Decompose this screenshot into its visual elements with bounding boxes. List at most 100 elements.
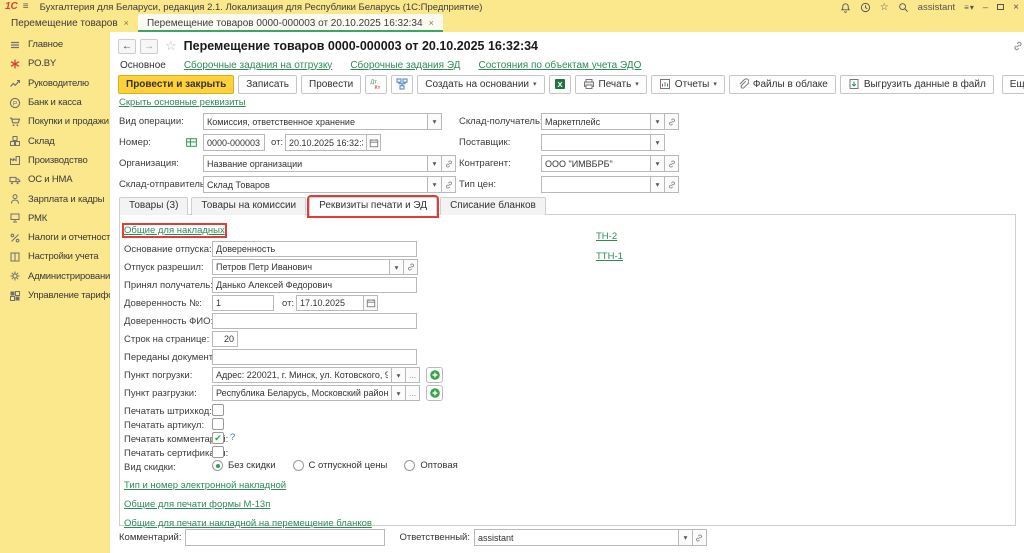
tab-blank-writeoff[interactable]: Списание бланков <box>440 197 546 215</box>
history-clock-icon[interactable] <box>860 2 871 13</box>
set-number-icon[interactable] <box>185 136 198 149</box>
dropdown-button[interactable]: ▾ <box>392 367 406 383</box>
discount-selling-price-radio[interactable] <box>293 460 304 471</box>
add-loading-point-button[interactable] <box>426 367 443 383</box>
m13-form-link[interactable]: Общие для печати формы М-13п <box>124 499 270 510</box>
favorite-star-icon[interactable]: ☆ <box>165 38 177 54</box>
open-link-button[interactable] <box>404 259 418 275</box>
minimize-button[interactable]: – <box>983 2 988 13</box>
nav-edo-states-link[interactable]: Состояния по объектам учета ЭДО <box>478 60 641 71</box>
create-based-button[interactable]: Создать на основании▾ <box>417 75 544 94</box>
sidebar-item-production[interactable]: Производство <box>0 151 110 170</box>
open-link-button[interactable] <box>665 113 679 130</box>
release-allowed-input[interactable] <box>212 259 390 275</box>
number-input[interactable] <box>203 134 265 151</box>
print-barcode-checkbox[interactable] <box>212 404 224 416</box>
calendar-button[interactable] <box>367 134 381 151</box>
service-menu-icon[interactable]: ≡ ▾ <box>964 3 974 12</box>
receiver-store-input[interactable] <box>541 113 651 130</box>
operation-input[interactable] <box>203 113 428 130</box>
sidebar-item-main[interactable]: Главное <box>0 35 110 54</box>
notifications-bell-icon[interactable] <box>840 2 851 13</box>
nav-assembly-ed-link[interactable]: Сборочные задания ЭД <box>350 60 460 71</box>
received-by-input[interactable] <box>212 277 417 293</box>
blank-transfer-link[interactable]: Общие для печати накладной на перемещени… <box>124 518 372 529</box>
calendar-button[interactable] <box>364 295 378 311</box>
tab-close-icon[interactable]: × <box>124 18 129 28</box>
sidebar-item-administration[interactable]: Администрирование <box>0 267 110 286</box>
hide-requisites-link[interactable]: Скрыть основные реквизиты <box>119 97 246 108</box>
reports-button[interactable]: Отчеты▾ <box>651 75 725 94</box>
print-certificates-checkbox[interactable] <box>212 446 224 458</box>
sidebar-item-bank-cash[interactable]: Банк и касса <box>0 93 110 112</box>
back-button[interactable]: ← <box>118 39 136 54</box>
dropdown-button[interactable]: ▾ <box>428 176 442 193</box>
documents-passed-input[interactable] <box>212 349 417 365</box>
sidebar-item-manager[interactable]: Руководителю <box>0 74 110 93</box>
open-link-button[interactable] <box>442 176 456 193</box>
print-button[interactable]: Печать▾ <box>575 75 647 94</box>
open-link-button[interactable] <box>442 155 456 172</box>
sender-store-input[interactable] <box>203 176 428 193</box>
electronic-invoice-link[interactable]: Тип и номер электронной накладной <box>124 480 286 491</box>
ellipsis-button[interactable]: … <box>406 385 420 401</box>
tab-print-requisites[interactable]: Реквизиты печати и ЭД <box>309 197 437 216</box>
dropdown-button[interactable]: ▾ <box>651 155 665 172</box>
favorites-star-icon[interactable]: ☆ <box>880 2 889 13</box>
poa-number-input[interactable] <box>212 295 274 311</box>
tab-goods-transfer-list[interactable]: Перемещение товаров × <box>2 14 138 32</box>
nav-main[interactable]: Основное <box>120 60 166 71</box>
forward-button[interactable]: → <box>140 39 158 54</box>
supplier-input[interactable] <box>541 134 651 151</box>
print-comment-checkbox[interactable]: ✔ <box>212 432 224 444</box>
current-user[interactable]: assistant <box>918 2 956 13</box>
unloading-point-input[interactable] <box>212 385 392 401</box>
dropdown-button[interactable]: ▾ <box>428 155 442 172</box>
structure-button[interactable] <box>391 75 413 94</box>
tab-close-icon[interactable]: × <box>429 18 434 28</box>
save-button[interactable]: Записать <box>238 75 297 94</box>
ellipsis-button[interactable]: … <box>406 367 420 383</box>
dropdown-button[interactable]: ▾ <box>651 134 665 151</box>
dropdown-button[interactable]: ▾ <box>392 385 406 401</box>
dropdown-button[interactable]: ▾ <box>651 176 665 193</box>
open-link-button[interactable] <box>665 155 679 172</box>
sidebar-item-salary-hr[interactable]: Зарплата и кадры <box>0 189 110 208</box>
export-data-button[interactable]: Выгрузить данные в файл <box>840 75 994 94</box>
dropdown-button[interactable]: ▾ <box>428 113 442 130</box>
poa-name-input[interactable] <box>212 313 417 329</box>
cloud-files-button[interactable]: Файлы в облаке <box>729 75 836 94</box>
post-and-close-button[interactable]: Провести и закрыть <box>118 75 234 94</box>
search-icon[interactable] <box>898 2 909 13</box>
sidebar-item-fixed-assets[interactable]: ОС и НМА <box>0 170 110 189</box>
discount-none-radio[interactable] <box>212 460 223 471</box>
sidebar-item-purchases-sales[interactable]: Покупки и продажи <box>0 112 110 131</box>
main-menu-icon[interactable]: ≡ <box>23 2 29 12</box>
sidebar-item-accounting-settings[interactable]: Настройки учета <box>0 247 110 266</box>
accounting-entries-button[interactable] <box>365 75 387 94</box>
common-invoices-link[interactable]: Общие для накладных <box>124 225 225 236</box>
dropdown-button[interactable]: ▾ <box>390 259 404 275</box>
restore-button[interactable] <box>997 4 1004 10</box>
price-type-input[interactable] <box>541 176 651 193</box>
tab-goods[interactable]: Товары (3) <box>119 197 188 215</box>
excel-button[interactable] <box>549 75 571 94</box>
tab-goods-commission[interactable]: Товары на комиссии <box>191 197 306 215</box>
release-basis-input[interactable] <box>212 241 417 257</box>
get-link-icon[interactable] <box>1012 40 1024 52</box>
sidebar-item-taxes[interactable]: Налоги и отчетность <box>0 228 110 247</box>
open-link-button[interactable] <box>665 176 679 193</box>
tab-goods-transfer-document[interactable]: Перемещение товаров 0000-000003 от 20.10… <box>138 14 443 32</box>
discount-wholesale-radio[interactable] <box>404 460 415 471</box>
loading-point-input[interactable] <box>212 367 392 383</box>
post-button[interactable]: Провести <box>301 75 361 94</box>
add-unloading-point-button[interactable] <box>426 385 443 401</box>
poa-date-input[interactable] <box>296 295 364 311</box>
print-article-checkbox[interactable] <box>212 418 224 430</box>
nav-assembly-shipment-link[interactable]: Сборочные задания на отгрузку <box>184 60 332 71</box>
sidebar-item-tariff[interactable]: Управление тарифом <box>0 286 110 305</box>
close-window-button[interactable]: × <box>1013 2 1019 13</box>
comment-hint[interactable]: ? <box>230 432 235 443</box>
sidebar-item-rmk[interactable]: РМК <box>0 209 110 228</box>
rows-per-page-input[interactable] <box>212 331 238 347</box>
